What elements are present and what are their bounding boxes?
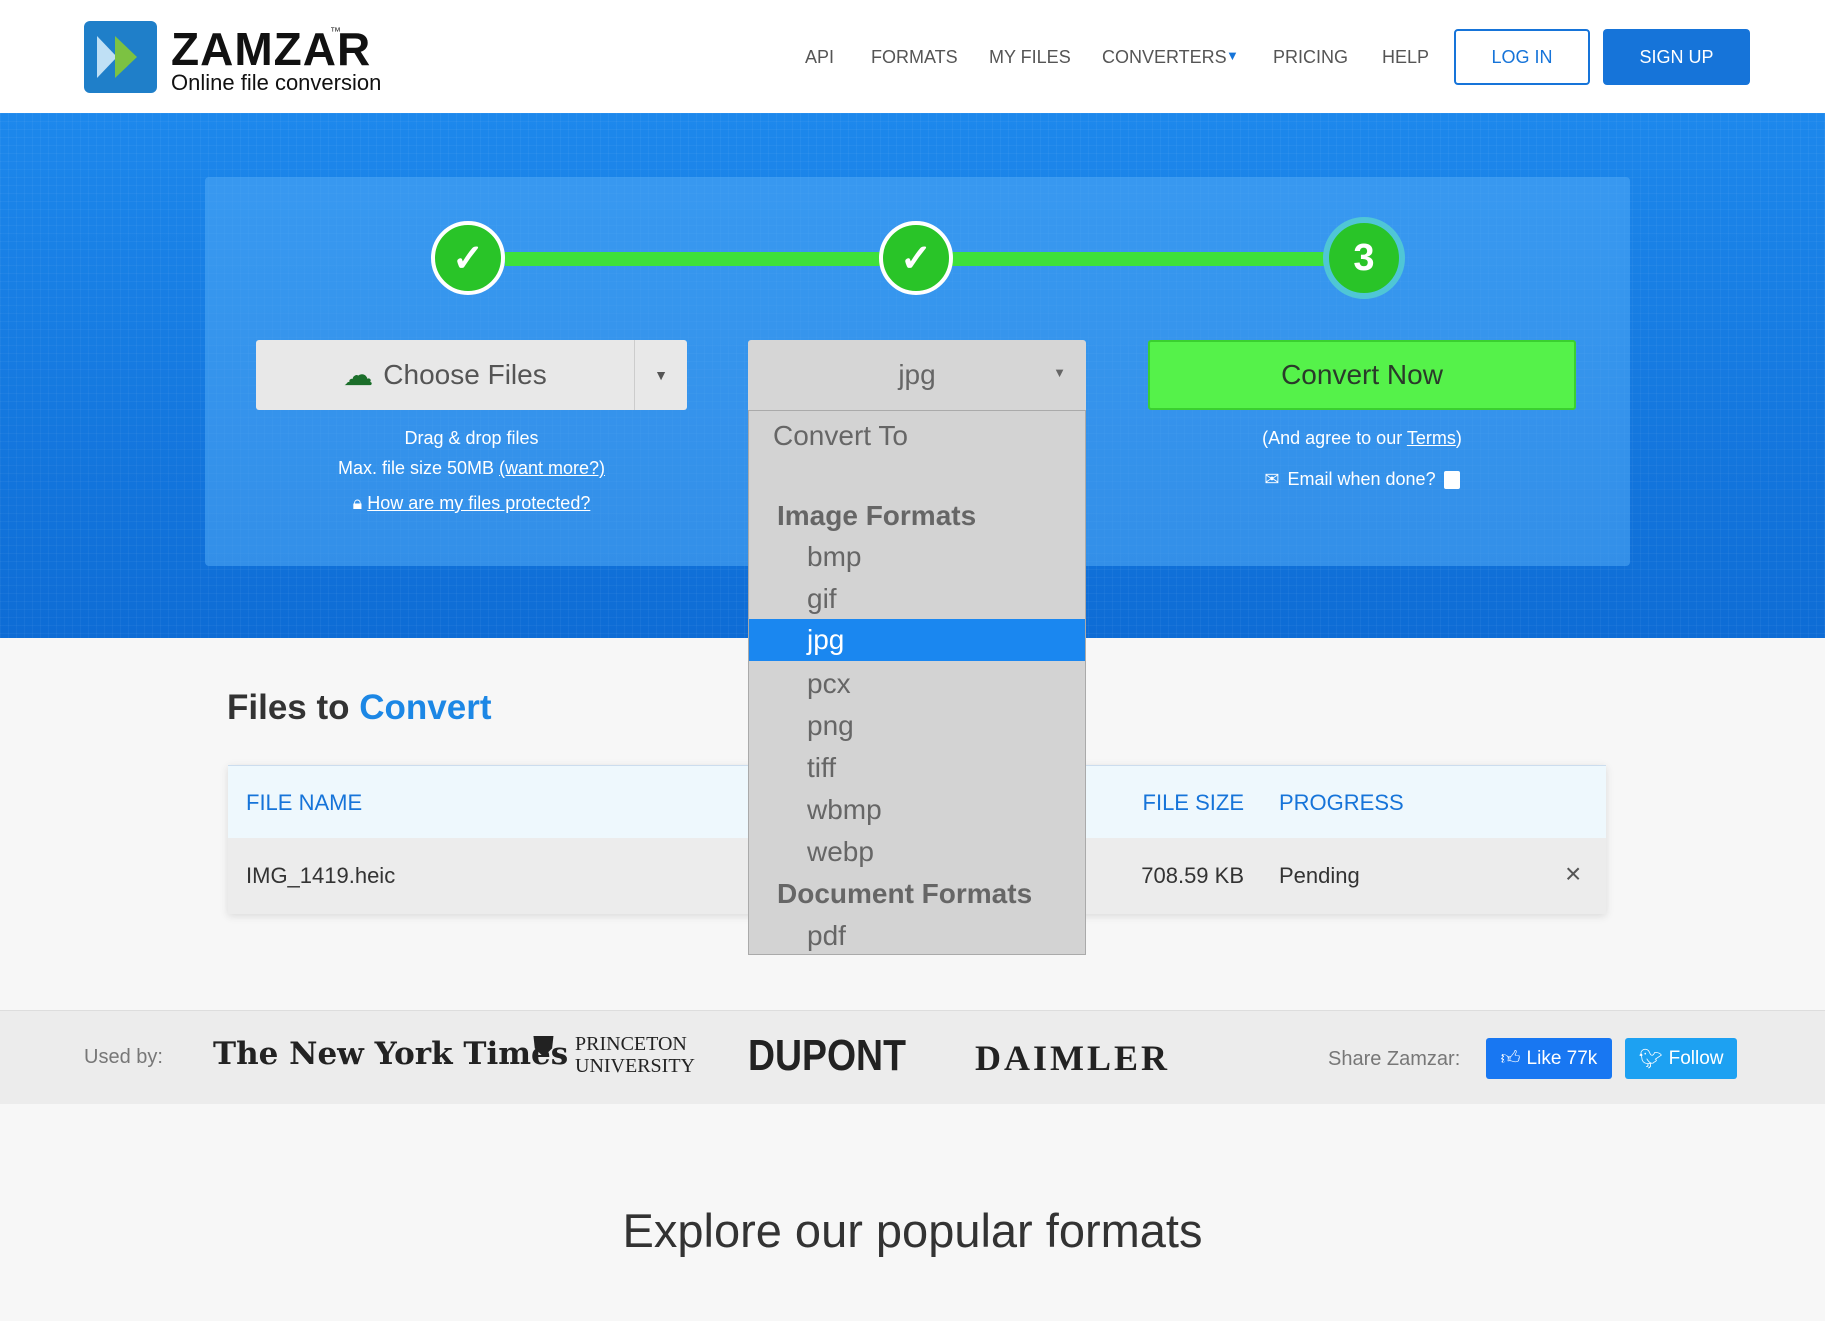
remove-file-icon[interactable]: × bbox=[1565, 858, 1581, 890]
twitter-bird-icon: 🐦︎ bbox=[1638, 1048, 1663, 1070]
col-progress: PROGRESS bbox=[1279, 790, 1404, 815]
used-by-label: Used by: bbox=[84, 1046, 163, 1068]
option-webp[interactable]: webp bbox=[749, 831, 1085, 873]
zamzar-logo-icon[interactable] bbox=[84, 21, 157, 93]
nav-converters[interactable]: CONVERTERS bbox=[1102, 47, 1227, 68]
thumbs-up-icon: 👍︎ bbox=[1500, 1048, 1521, 1069]
nav-api[interactable]: API bbox=[805, 47, 834, 68]
option-pcx[interactable]: pcx bbox=[749, 663, 1085, 705]
col-file-name: FILE NAME bbox=[246, 790, 363, 815]
dropdown-title: Convert To bbox=[773, 420, 908, 451]
option-png[interactable]: png bbox=[749, 705, 1085, 747]
option-bmp[interactable]: bmp bbox=[749, 536, 1085, 578]
file-size: 708.59 KB bbox=[1141, 863, 1244, 888]
chevron-down-icon[interactable]: ▼ bbox=[635, 367, 687, 383]
choose-files-label: Choose Files bbox=[383, 359, 547, 390]
dupont-logo: DUPONT bbox=[748, 1031, 906, 1080]
nav-pricing[interactable]: PRICING bbox=[1273, 47, 1348, 68]
file-name: IMG_1419.heic bbox=[246, 863, 396, 888]
files-title-b: Convert bbox=[359, 688, 492, 727]
nyt-logo: The New York Times bbox=[213, 1036, 569, 1072]
convert-now-button[interactable]: Convert Now bbox=[1148, 340, 1576, 410]
chevron-down-icon: ▼ bbox=[1053, 365, 1066, 380]
option-gif[interactable]: gif bbox=[749, 578, 1085, 620]
signup-button[interactable]: SIGN UP bbox=[1603, 29, 1750, 85]
drag-drop-text: Drag & drop files bbox=[404, 428, 539, 448]
file-progress: Pending bbox=[1279, 863, 1360, 888]
step-3-indicator: 3 bbox=[1323, 217, 1405, 299]
max-size-text: Max. file size 50MB (want more?) bbox=[256, 458, 687, 479]
facebook-like-button[interactable]: 👍︎ Like 77k bbox=[1486, 1038, 1612, 1079]
agree-close: ) bbox=[1455, 428, 1462, 448]
step-2-check-icon: ✓ bbox=[879, 221, 953, 295]
princeton-line1: PRINCETON bbox=[575, 1033, 687, 1055]
terms-text: (And agree to our Terms) bbox=[1148, 428, 1576, 449]
email-checkbox[interactable] bbox=[1443, 470, 1460, 489]
option-wbmp[interactable]: wbmp bbox=[749, 789, 1085, 831]
daimler-logo: DAIMLER bbox=[975, 1038, 1171, 1078]
format-selected: jpg bbox=[898, 359, 936, 390]
like-label: Like 77k bbox=[1526, 1047, 1598, 1069]
option-pdf[interactable]: pdf bbox=[749, 915, 1085, 957]
header: ZAMZAR ™ Online file conversion API FORM… bbox=[0, 0, 1825, 113]
choose-files-button[interactable]: ☁ Choose Files ▼ bbox=[256, 340, 687, 410]
email-row: ✉ Email when done? bbox=[1148, 469, 1576, 490]
follow-label: Follow bbox=[1668, 1047, 1724, 1069]
want-more-link[interactable]: (want more?) bbox=[499, 458, 605, 478]
login-button[interactable]: LOG IN bbox=[1454, 29, 1590, 85]
option-tiff[interactable]: tiff bbox=[749, 747, 1085, 789]
max-size-label: Max. file size 50MB bbox=[337, 458, 500, 478]
files-title: Files to Convert bbox=[227, 688, 492, 728]
nav-my-files[interactable]: MY FILES bbox=[989, 47, 1071, 68]
trademark: ™ bbox=[330, 26, 341, 38]
group-document-formats: Document Formats bbox=[777, 878, 1033, 909]
share-label: Share Zamzar: bbox=[1328, 1048, 1461, 1070]
brand-name: ZAMZAR bbox=[171, 23, 372, 75]
group-image-formats: Image Formats bbox=[777, 500, 977, 531]
cloud-upload-icon: ☁ bbox=[343, 358, 374, 392]
nav-formats[interactable]: FORMATS bbox=[871, 47, 958, 68]
princeton-logo: PRINCETON UNIVERSITY bbox=[575, 1033, 695, 1077]
princeton-shield-icon: ⛊ bbox=[533, 1031, 555, 1062]
protected-row: 🔒︎ How are my files protected? bbox=[256, 493, 687, 514]
col-file-size: FILE SIZE bbox=[1142, 790, 1244, 815]
files-title-a: Files to bbox=[227, 688, 360, 727]
format-dropdown: Convert To Image Formats bmp gif jpg pcx… bbox=[748, 410, 1086, 955]
terms-link[interactable]: Terms bbox=[1407, 428, 1456, 448]
brand-tagline: Online file conversion bbox=[171, 70, 382, 95]
agree-label: (And agree to our bbox=[1262, 428, 1407, 448]
step-1-check-icon: ✓ bbox=[431, 221, 505, 295]
princeton-line2: UNIVERSITY bbox=[575, 1055, 695, 1077]
email-label: Email when done? bbox=[1287, 469, 1436, 489]
option-jpg[interactable]: jpg bbox=[749, 619, 1085, 661]
chevron-down-icon[interactable]: ▼ bbox=[1226, 48, 1239, 63]
envelope-icon: ✉ bbox=[1264, 469, 1280, 489]
explore-heading: Explore our popular formats bbox=[622, 1204, 1203, 1257]
files-protected-link[interactable]: How are my files protected? bbox=[367, 493, 590, 513]
format-select[interactable]: jpg ▼ bbox=[748, 340, 1086, 410]
twitter-follow-button[interactable]: 🐦︎ Follow bbox=[1625, 1038, 1737, 1079]
nav-help[interactable]: HELP bbox=[1382, 47, 1429, 68]
lock-icon: 🔒︎ bbox=[352, 493, 363, 513]
